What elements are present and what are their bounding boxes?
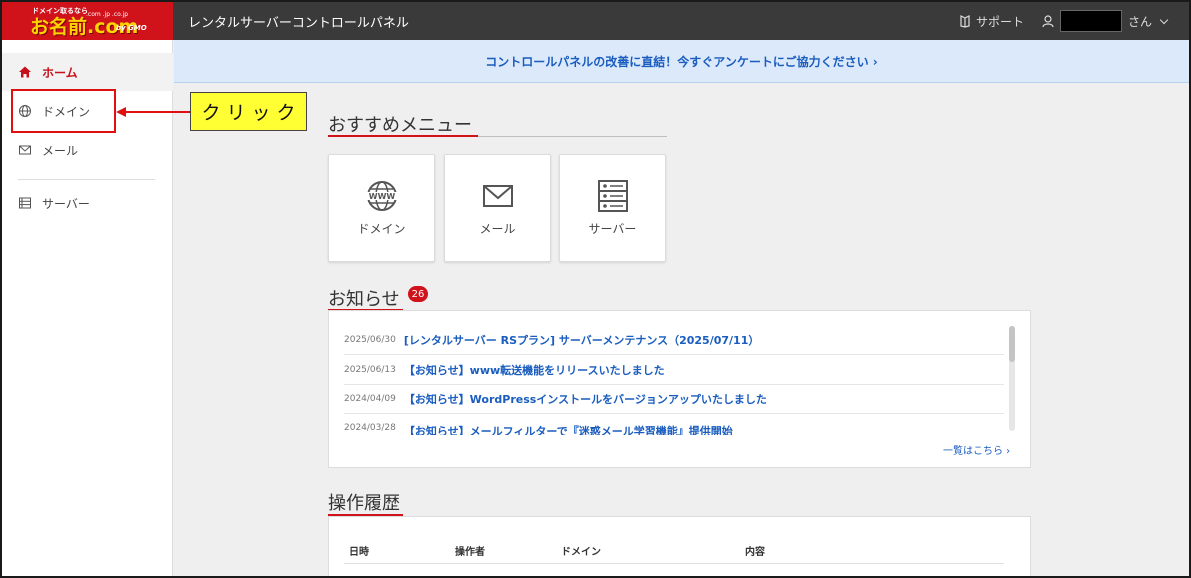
sidebar-item-home[interactable]: ホーム — [2, 53, 173, 91]
news-date: 2025/06/13 — [344, 365, 396, 375]
news-link[interactable]: 【お知らせ】www転送機能をリリースいたしました — [404, 362, 665, 378]
sidebar-divider — [18, 179, 155, 180]
news-panel: 2025/06/30 [レンタルサーバー RSプラン] サーバーメンテナンス（2… — [328, 310, 1031, 468]
sidebar-item-label: メール — [42, 143, 79, 158]
tile-label: ドメイン — [357, 221, 406, 236]
news-more-link[interactable]: 一覧はこちら › — [943, 442, 1010, 457]
history-title: 操作履歴 — [328, 493, 400, 514]
sidebar-item-label: サーバー — [42, 196, 90, 211]
tile-label: メール — [479, 221, 516, 236]
logo-tlds: .com .jp .co.jp — [86, 11, 129, 18]
redacted-username — [1060, 10, 1122, 32]
history-column-datetime: 日時 — [349, 547, 369, 558]
survey-banner[interactable]: コントロールパネルの改善に直結！今すぐアンケートにご協力ください › — [174, 40, 1189, 83]
history-column-operator: 操作者 — [455, 547, 485, 558]
news-date: 2024/04/09 — [344, 394, 396, 404]
news-title: お知らせ — [328, 289, 400, 310]
annotation-label: クリック — [190, 92, 307, 131]
app-title: レンタルサーバーコントロールパネル — [188, 16, 409, 31]
tile-domain[interactable]: WWW ドメイン — [328, 154, 435, 262]
user-suffix: さん — [1128, 14, 1153, 29]
news-item[interactable]: 2024/04/09 【お知らせ】WordPressインストールをバージョンアッ… — [344, 385, 1004, 414]
news-link[interactable]: 【お知らせ】WordPressインストールをバージョンアップいたしました — [404, 391, 767, 407]
support-link[interactable]: サポート — [959, 11, 1024, 31]
news-scrollbar-thumb[interactable] — [1009, 326, 1015, 362]
history-header-rule — [344, 563, 1004, 564]
news-item[interactable]: 2025/06/13 【お知らせ】www転送機能をリリースいたしました — [344, 356, 1004, 385]
mail-icon — [19, 145, 31, 155]
sidebar-item-mail[interactable]: メール — [2, 131, 173, 169]
history-panel: 日時 操作者 ドメイン 内容 — [328, 516, 1031, 576]
home-icon — [19, 66, 31, 78]
support-label: サポート — [976, 14, 1025, 29]
sidebar-item-server[interactable]: サーバー — [2, 184, 173, 222]
tile-label: サーバー — [588, 221, 637, 236]
recommended-accent — [328, 135, 478, 137]
server-icon — [19, 197, 31, 209]
news-link[interactable]: [レンタルサーバー RSプラン] サーバーメンテナンス（2025/07/11） — [404, 332, 760, 348]
top-header: ドメイン取るなら お名前.com .com .jp .co.jp by GMO … — [2, 2, 1189, 40]
history-column-domain: ドメイン — [561, 547, 601, 558]
chevron-down-icon — [1159, 15, 1169, 24]
envelope-icon — [482, 184, 513, 207]
www-globe-icon: WWW — [366, 180, 397, 211]
news-count-badge: 26 — [408, 286, 428, 302]
news-scrollbar[interactable] — [1009, 326, 1015, 431]
brand-logo[interactable]: ドメイン取るなら お名前.com .com .jp .co.jp by GMO — [2, 2, 173, 40]
user-menu[interactable]: さん — [1042, 10, 1169, 32]
news-item[interactable]: 2025/06/30 [レンタルサーバー RSプラン] サーバーメンテナンス（2… — [344, 326, 1004, 355]
news-link[interactable]: 【お知らせ】メールフィルターで『迷惑メール学習機能』提供開始 — [404, 423, 733, 435]
user-icon — [1042, 14, 1054, 27]
sidebar-item-label: ホーム — [42, 65, 78, 80]
tile-server[interactable]: サーバー — [559, 154, 666, 262]
news-date: 2025/06/30 — [344, 335, 396, 345]
support-book-icon — [960, 14, 970, 28]
svg-text:WWW: WWW — [368, 192, 395, 201]
logo-company: by GMO — [116, 24, 147, 32]
app-window: ドメイン取るなら お名前.com .com .jp .co.jp by GMO … — [0, 0, 1191, 578]
annotation-arrow-icon — [116, 107, 191, 117]
recommended-title: おすすめメニュー — [328, 115, 472, 136]
history-column-content: 内容 — [745, 547, 765, 558]
annotation-highlight-box — [11, 89, 116, 133]
tile-mail[interactable]: メール — [444, 154, 551, 262]
server-rack-icon — [597, 179, 628, 212]
news-date: 2024/03/28 — [344, 423, 396, 433]
news-item[interactable]: 2024/03/28 【お知らせ】メールフィルターで『迷惑メール学習機能』提供開… — [344, 415, 1004, 435]
